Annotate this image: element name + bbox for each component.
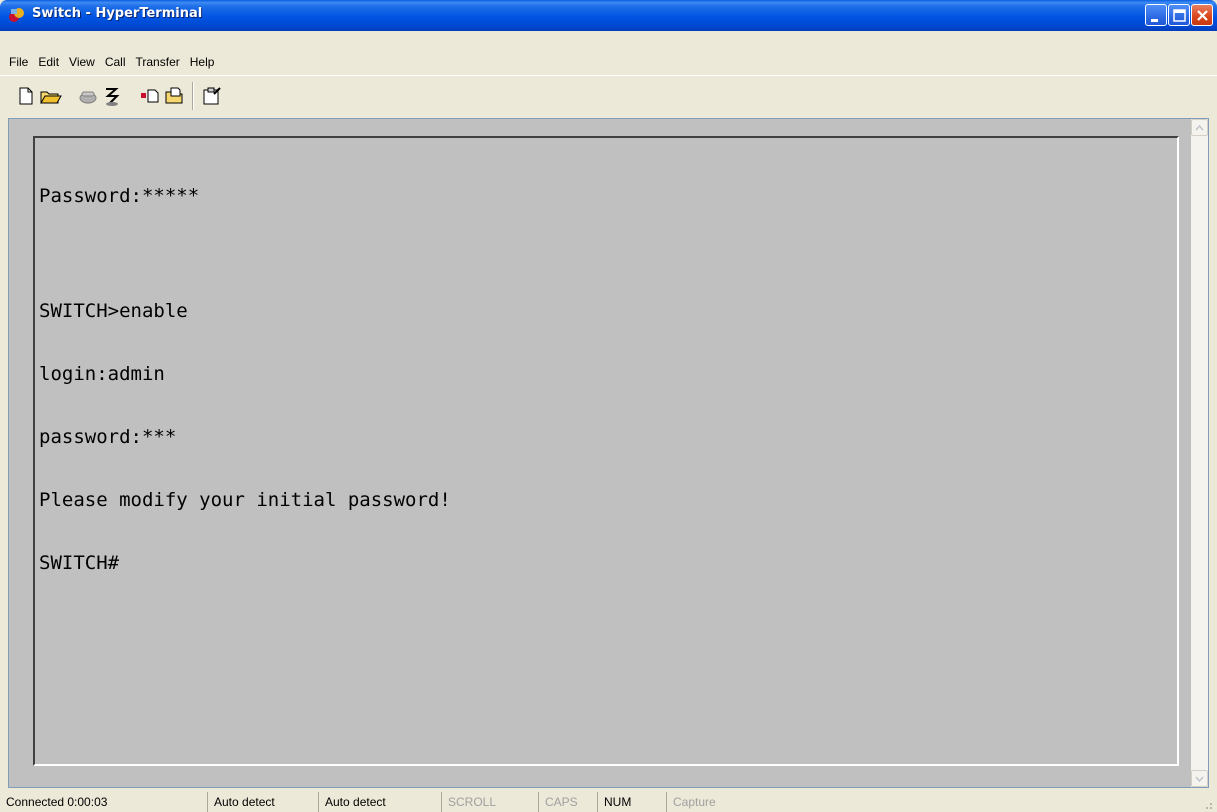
close-button[interactable]: [1191, 4, 1213, 26]
terminal-line: login:admin: [39, 363, 165, 385]
hyperterminal-app-icon[interactable]: [8, 6, 26, 24]
status-bar: Connected 0:00:03 Auto detect Auto detec…: [0, 790, 1217, 812]
menu-transfer[interactable]: Transfer: [131, 53, 185, 73]
status-scroll: SCROLL: [441, 792, 535, 812]
terminal-line: Password:*****: [39, 185, 200, 207]
phone-icon: [79, 91, 97, 104]
scroll-up-button[interactable]: [1191, 119, 1208, 136]
open-folder-icon: [40, 91, 62, 104]
terminal-screen[interactable]: Password:***** SWITCH>enable login:admin…: [33, 136, 1179, 766]
terminal-line: SWITCH#: [39, 552, 120, 574]
chevron-up-icon: [1195, 124, 1204, 131]
maximize-icon: [1173, 9, 1186, 22]
close-icon: [1197, 10, 1208, 21]
terminal-area[interactable]: Password:***** SWITCH>enable login:admin…: [8, 118, 1209, 788]
status-port-settings: Auto detect: [318, 792, 438, 812]
scroll-down-button[interactable]: [1191, 770, 1208, 787]
terminal-line: Please modify your initial password!: [39, 489, 451, 511]
status-num: NUM: [597, 792, 663, 812]
menu-edit[interactable]: Edit: [33, 53, 64, 73]
terminal-frame: Password:***** SWITCH>enable login:admin…: [9, 119, 1191, 787]
open-button[interactable]: [38, 84, 62, 108]
toolbar: [0, 75, 1217, 115]
send-button[interactable]: [138, 84, 162, 108]
status-connected: Connected 0:00:03: [6, 795, 108, 809]
disconnect-icon: [105, 88, 120, 106]
window-title: Switch - HyperTerminal: [32, 6, 203, 21]
receive-icon: [165, 87, 183, 104]
disconnect-button[interactable]: [100, 84, 124, 108]
menu-view[interactable]: View: [64, 53, 100, 73]
title-bar[interactable]: Switch - HyperTerminal: [0, 0, 1217, 31]
terminal-line: SWITCH>enable: [39, 300, 188, 322]
chevron-down-icon: [1195, 776, 1204, 783]
vertical-scrollbar[interactable]: [1191, 119, 1208, 787]
status-caps: CAPS: [538, 792, 594, 812]
hyperterminal-window: Switch - HyperTerminal File Edit View Ca…: [0, 0, 1217, 812]
menu-file[interactable]: File: [4, 53, 33, 73]
minimize-icon: [1151, 19, 1158, 22]
resize-grip-icon[interactable]: [1200, 797, 1214, 811]
receive-button[interactable]: [162, 84, 186, 108]
properties-button[interactable]: [200, 84, 224, 108]
status-emulation: Auto detect: [207, 792, 315, 812]
dial-button[interactable]: [76, 84, 100, 108]
status-capture: Capture: [666, 792, 786, 812]
terminal-line: password:***: [39, 426, 177, 448]
properties-icon: [203, 87, 221, 105]
new-connection-button[interactable]: [14, 84, 38, 108]
send-icon: [141, 89, 159, 103]
menu-bar: File Edit View Call Transfer Help: [4, 53, 219, 73]
new-document-icon: [19, 87, 33, 105]
menu-help[interactable]: Help: [185, 53, 220, 73]
terminal-output: Password:***** SWITCH>enable login:admin…: [39, 144, 451, 616]
menu-call[interactable]: Call: [100, 53, 131, 73]
maximize-button[interactable]: [1168, 4, 1190, 26]
minimize-button[interactable]: [1145, 4, 1167, 26]
toolbar-separator: [192, 82, 194, 110]
